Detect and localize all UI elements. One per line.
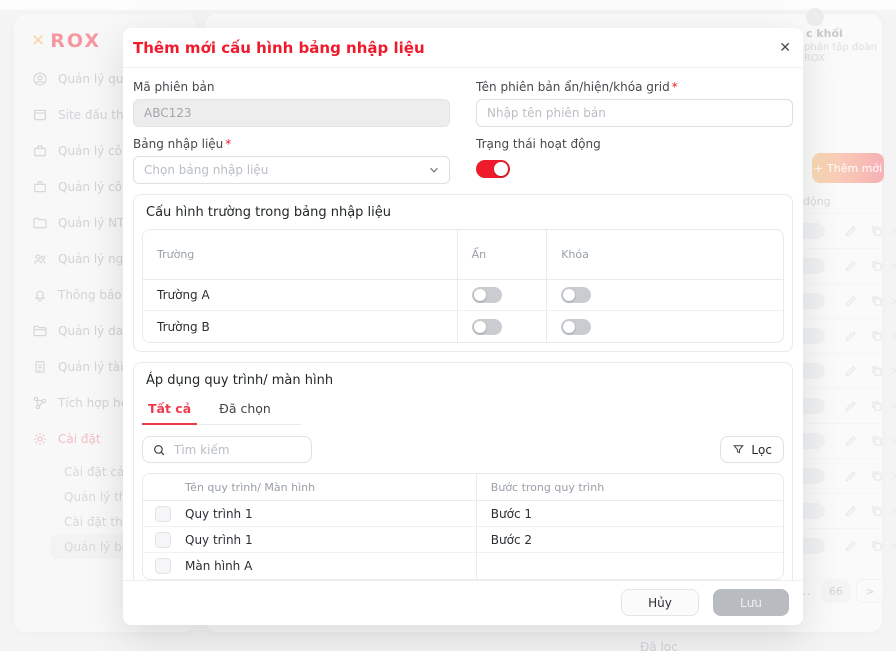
process-name: Quy trình 1 [185, 533, 253, 547]
process-step: Bước 1 [476, 501, 783, 526]
required-asterisk: * [225, 137, 231, 151]
field-config-title: Cấu hình trường trong bảng nhập liệu [146, 205, 784, 220]
table-header-row: Trường Ẩn Khóa [143, 230, 783, 280]
process-step: Bước 2 [476, 527, 783, 552]
search-icon [152, 443, 166, 457]
version-name-label-text: Tên phiên bản ẩn/hiện/khóa grid [476, 80, 670, 94]
table-select-label: Bảng nhập liệu* [133, 137, 450, 151]
table-row: Quy trình 1 Bước 1 [143, 501, 783, 527]
column-header-buoc: Bước trong quy trình [476, 474, 783, 500]
cancel-button[interactable]: Hủy [621, 589, 699, 616]
search-input[interactable] [174, 443, 302, 457]
field-table-select: Bảng nhập liệu* [133, 133, 450, 184]
filter-icon [732, 443, 745, 456]
table-row: Quy trình 1 Bước 2 [143, 527, 783, 553]
column-header-khoa: Khóa [546, 230, 783, 279]
toggle-knob [494, 162, 508, 176]
table-header-row: Tên quy trình/ Màn hình Bước trong quy t… [143, 474, 783, 501]
field-version-name: Tên phiên bản ẩn/hiện/khóa grid* [476, 76, 793, 127]
modal-body: Mã phiên bản Tên phiên bản ẩn/hiện/khóa … [123, 68, 803, 580]
save-button[interactable]: Lưu [713, 589, 789, 616]
hidden-toggle[interactable] [472, 287, 502, 303]
apply-section: Áp dụng quy trình/ màn hình Tất cả Đã ch… [133, 362, 793, 580]
version-name-input[interactable] [476, 99, 793, 127]
lock-toggle[interactable] [561, 319, 591, 335]
modal-footer: Hủy Lưu [123, 580, 803, 625]
field-name: Trường A [143, 280, 457, 310]
column-header-truong: Trường [143, 230, 457, 279]
close-icon[interactable]: ✕ [779, 41, 791, 55]
filter-label: Lọc [751, 443, 772, 457]
tab-tat-ca[interactable]: Tất cả [146, 397, 193, 424]
column-header-ten-quy-trinh: Tên quy trình/ Màn hình [143, 474, 476, 500]
apply-section-title: Áp dụng quy trình/ màn hình [146, 373, 784, 388]
column-header-an: Ẩn [457, 230, 547, 279]
status-label: Trạng thái hoạt động [476, 137, 793, 151]
apply-tabs: Tất cả Đã chọn [142, 397, 301, 425]
toggle-knob [563, 289, 575, 301]
toggle-knob [474, 289, 486, 301]
field-version-code: Mã phiên bản [133, 76, 450, 127]
version-code-input [133, 99, 450, 127]
process-step [476, 553, 783, 579]
table-select-dropdown[interactable] [133, 156, 450, 184]
status-toggle[interactable] [476, 160, 510, 178]
filter-button[interactable]: Lọc [720, 436, 784, 463]
process-name: Quy trình 1 [185, 507, 253, 521]
modal-header: Thêm mới cấu hình bảng nhập liệu ✕ [123, 28, 803, 68]
row-checkbox[interactable] [155, 506, 171, 522]
hidden-toggle[interactable] [472, 319, 502, 335]
tab-da-chon[interactable]: Đã chọn [217, 397, 273, 424]
modal-title: Thêm mới cấu hình bảng nhập liệu [133, 39, 425, 57]
row-checkbox[interactable] [155, 532, 171, 548]
process-name: Màn hình A [185, 559, 252, 573]
table-select-input[interactable] [133, 156, 450, 184]
lock-toggle[interactable] [561, 287, 591, 303]
field-name: Trường B [143, 311, 457, 342]
apply-table: Tên quy trình/ Màn hình Bước trong quy t… [142, 473, 784, 580]
toggle-knob [563, 321, 575, 333]
version-code-label: Mã phiên bản [133, 80, 450, 94]
search-row: Lọc [142, 436, 784, 463]
version-name-label: Tên phiên bản ẩn/hiện/khóa grid* [476, 80, 793, 94]
field-status: Trạng thái hoạt động [476, 133, 793, 184]
row-checkbox[interactable] [155, 558, 171, 574]
table-row: Trường A [143, 280, 783, 311]
required-asterisk: * [672, 80, 678, 94]
modal-add-config: Thêm mới cấu hình bảng nhập liệu ✕ Mã ph… [123, 28, 803, 625]
page: ✕ ROX Quản lý quy trình Site đấu thầu Qu… [0, 0, 896, 651]
table-row: Trường B [143, 311, 783, 342]
form-grid: Mã phiên bản Tên phiên bản ẩn/hiện/khóa … [133, 76, 793, 184]
field-config-table: Trường Ẩn Khóa Trường A Trường B [142, 229, 784, 343]
field-config-section: Cấu hình trường trong bảng nhập liệu Trư… [133, 194, 793, 352]
table-select-label-text: Bảng nhập liệu [133, 137, 223, 151]
search-box[interactable] [142, 436, 312, 463]
table-row: Màn hình A [143, 553, 783, 579]
toggle-knob [474, 321, 486, 333]
